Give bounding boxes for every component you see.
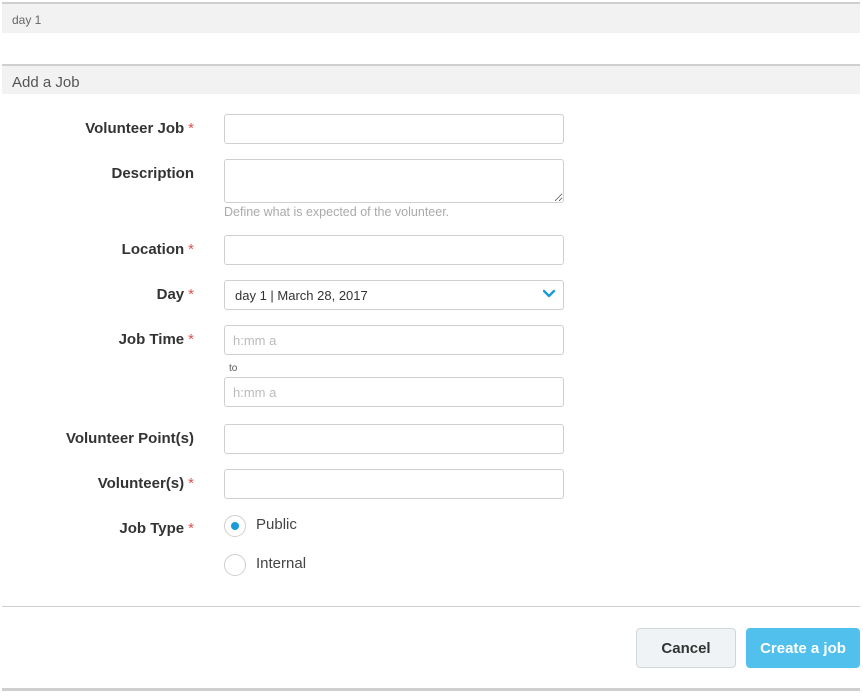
volunteers-input[interactable]	[224, 469, 564, 499]
cancel-button[interactable]: Cancel	[636, 628, 736, 668]
location-label: Location *	[121, 241, 194, 258]
required-mark: *	[188, 520, 194, 537]
section-title: Add a Job	[12, 74, 80, 91]
job-type-public-label[interactable]: Public	[256, 516, 297, 533]
footer-divider	[2, 606, 860, 607]
section-header: Add a Job	[2, 64, 860, 94]
required-mark: *	[188, 241, 194, 258]
day-label: Day *	[156, 286, 194, 303]
day-header-text: day 1	[12, 13, 42, 27]
bottom-border	[2, 688, 860, 691]
day-header-bar: day 1	[2, 2, 860, 33]
day-select-value: day 1 | March 28, 2017	[235, 288, 368, 303]
job-type-internal-label[interactable]: Internal	[256, 555, 306, 572]
chevron-down-icon	[543, 289, 555, 298]
required-mark: *	[188, 331, 194, 348]
day-select[interactable]: day 1 | March 28, 2017	[224, 280, 564, 310]
job-time-start-input[interactable]	[224, 325, 564, 355]
volunteer-points-input[interactable]	[224, 424, 564, 454]
required-mark: *	[188, 475, 194, 492]
description-textarea[interactable]	[224, 159, 564, 203]
job-time-to-label: to	[229, 363, 238, 374]
volunteers-label: Volunteer(s) *	[97, 475, 194, 492]
volunteer-points-label: Volunteer Point(s)	[65, 430, 194, 447]
description-help-text: Define what is expected of the volunteer…	[224, 205, 450, 219]
job-type-internal-radio[interactable]	[224, 554, 246, 576]
job-type-label: Job Type *	[119, 520, 194, 537]
job-time-end-input[interactable]	[224, 377, 564, 407]
job-type-public-radio[interactable]	[224, 515, 246, 537]
volunteer-job-label: Volunteer Job *	[85, 120, 194, 137]
volunteer-job-input[interactable]	[224, 114, 564, 144]
create-job-button[interactable]: Create a job	[746, 628, 860, 668]
required-mark: *	[188, 120, 194, 137]
radio-selected-dot	[231, 522, 239, 530]
required-mark: *	[188, 286, 194, 303]
description-label: Description	[111, 165, 194, 182]
location-input[interactable]	[224, 235, 564, 265]
job-time-label: Job Time *	[118, 331, 194, 348]
